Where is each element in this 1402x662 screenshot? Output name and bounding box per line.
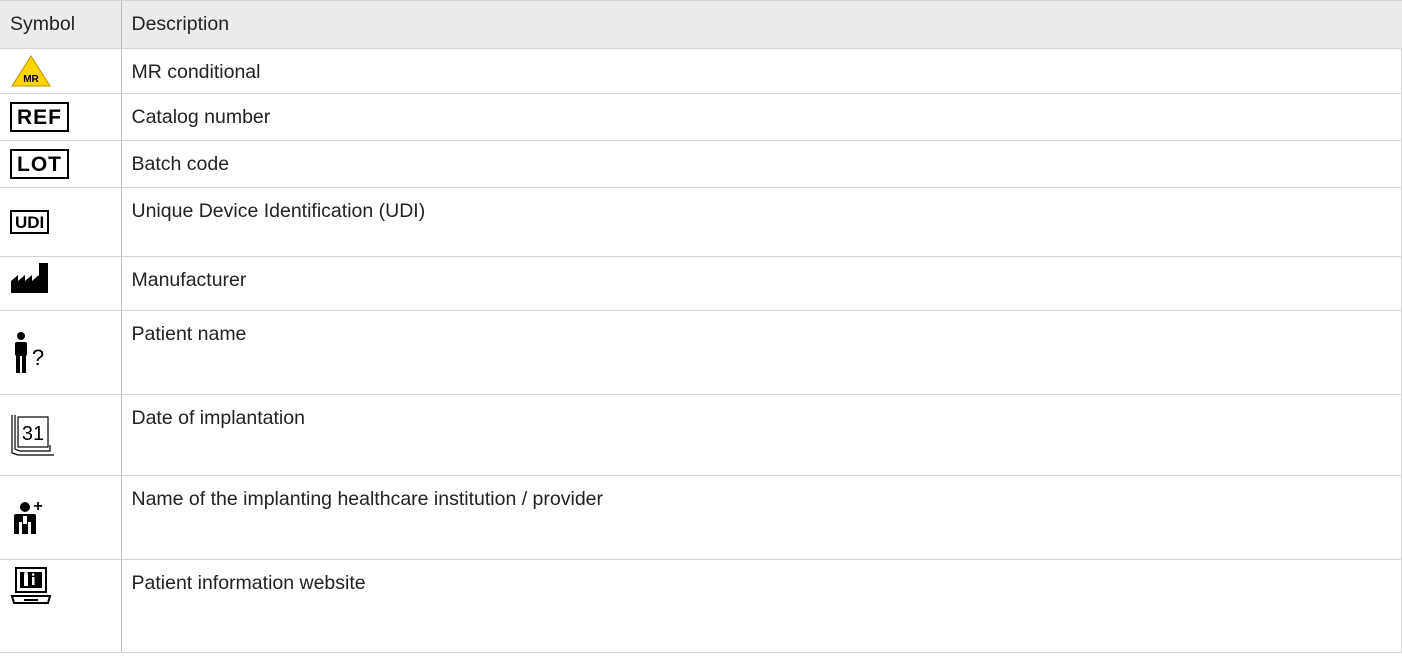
symbol-cell <box>0 256 121 311</box>
patient-information-website-icon <box>10 560 52 658</box>
symbol-cell: 31 <box>0 394 121 476</box>
ref-symbol-text: REF <box>10 102 69 132</box>
description-cell: Date of implantation <box>120 394 1402 476</box>
symbols-table: Symbol Description MR MR conditional REF <box>0 0 1402 653</box>
table-row: REF Catalog number <box>0 93 1402 141</box>
mr-conditional-icon: MR <box>10 49 52 93</box>
udi-icon: UDI <box>10 188 50 256</box>
udi-symbol-text: UDI <box>10 210 50 234</box>
mr-symbol-text: MR <box>23 74 39 85</box>
description-cell: Manufacturer <box>120 256 1402 311</box>
description-cell: Unique Device Identification (UDI) <box>120 187 1402 257</box>
symbol-cell: UDI <box>0 187 121 257</box>
question-mark-text: ? <box>32 345 44 370</box>
symbol-cell: MR <box>0 48 121 94</box>
table-row: + Name of the implanting healthcare inst… <box>0 475 1402 560</box>
table-row: MR MR conditional <box>0 48 1402 94</box>
table-header-row: Symbol Description <box>0 0 1402 49</box>
symbol-cell: + <box>0 475 121 560</box>
table-row: ? Patient name <box>0 310 1402 395</box>
symbol-cell <box>0 559 121 653</box>
description-cell: Patient name <box>120 310 1402 395</box>
table-row: Manufacturer <box>0 256 1402 311</box>
description-column-header: Description <box>120 0 1402 49</box>
table-row: Patient information website <box>0 559 1402 653</box>
lot-symbol-text: LOT <box>10 149 69 179</box>
healthcare-provider-icon: + <box>10 476 50 559</box>
ref-icon: REF <box>10 94 69 140</box>
plus-symbol-text: + <box>33 498 42 515</box>
manufacturer-icon <box>10 257 50 316</box>
table-row: LOT Batch code <box>0 140 1402 188</box>
symbol-cell: LOT <box>0 140 121 188</box>
calendar-day-text: 31 <box>22 423 44 445</box>
symbol-cell: REF <box>0 93 121 141</box>
description-cell: Batch code <box>120 140 1402 188</box>
symbol-column-header: Symbol <box>0 0 121 49</box>
calendar-icon: 31 <box>10 395 56 475</box>
lot-icon: LOT <box>10 141 69 187</box>
description-cell: Catalog number <box>120 93 1402 141</box>
description-cell: MR conditional <box>120 48 1402 94</box>
symbol-cell: ? <box>0 310 121 395</box>
patient-name-icon: ? <box>10 311 50 394</box>
description-cell: Name of the implanting healthcare instit… <box>120 475 1402 560</box>
table-row: UDI Unique Device Identification (UDI) <box>0 187 1402 257</box>
description-cell: Patient information website <box>120 559 1402 653</box>
table-row: 31 Date of implantation <box>0 394 1402 476</box>
